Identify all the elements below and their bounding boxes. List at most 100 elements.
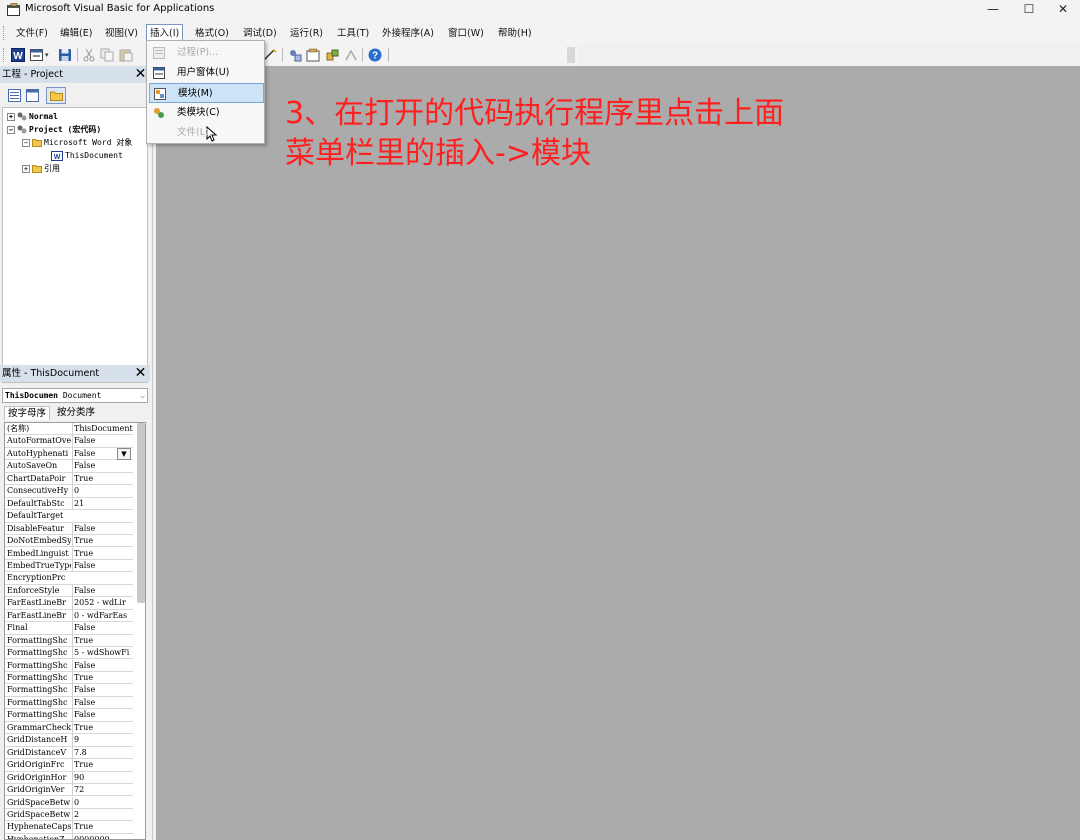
tab-alphabetic[interactable]: 按字母序 <box>4 406 51 420</box>
expand-icon[interactable]: + <box>7 112 15 121</box>
property-value[interactable]: True <box>72 634 133 647</box>
menu-item-userform[interactable]: 用户窗体(U) <box>149 63 264 83</box>
property-row[interactable]: HyphenateCaps True <box>5 821 133 834</box>
toolbar-overflow-button[interactable] <box>567 47 575 63</box>
maximize-button[interactable]: ☐ <box>1010 0 1048 20</box>
property-value[interactable]: 0000000 <box>72 833 133 839</box>
property-value[interactable]: False <box>72 659 133 672</box>
property-value[interactable]: True <box>72 672 133 684</box>
property-row[interactable]: (名称) ThisDocument <box>5 423 133 436</box>
property-value[interactable]: 9 <box>72 734 133 747</box>
property-row[interactable]: FormattingShc True <box>5 672 133 685</box>
menu-item-class-module[interactable]: 类模块(C) <box>149 103 264 123</box>
tree-node-references[interactable]: + 引用 <box>22 163 60 175</box>
property-value[interactable]: True <box>72 759 133 772</box>
minimize-button[interactable]: — <box>974 0 1012 20</box>
property-row[interactable]: GridSpaceBetw 0 <box>5 796 133 809</box>
property-row[interactable]: FarEastLineBr 0 - wdFarEas <box>5 609 133 623</box>
property-value[interactable]: 2052 - wdLir <box>72 597 133 610</box>
property-value[interactable]: 21 <box>72 497 133 510</box>
expand-icon[interactable]: + <box>22 164 30 173</box>
save-icon[interactable] <box>58 48 72 62</box>
property-value[interactable]: False <box>72 460 133 473</box>
object-browser-icon[interactable] <box>325 48 339 62</box>
property-row[interactable]: FormattingShc False <box>5 684 133 697</box>
dropdown-arrow-icon[interactable]: ▾ <box>45 48 53 62</box>
property-row[interactable]: EncryptionPrc <box>5 572 133 585</box>
object-selector[interactable]: ThisDocumen Document ⌵ <box>2 388 148 403</box>
insert-userform-icon[interactable] <box>30 48 44 62</box>
property-value[interactable]: True <box>72 821 133 834</box>
menu-window[interactable]: 窗口(W) <box>448 24 484 43</box>
property-row[interactable]: GrammarChecke True <box>5 721 133 735</box>
view-object-icon[interactable] <box>26 89 39 102</box>
property-value[interactable]: 90 <box>72 771 133 784</box>
property-value[interactable]: True <box>72 535 133 548</box>
tab-categorized[interactable]: 按分类序 <box>54 406 98 420</box>
property-value[interactable]: False <box>72 709 133 722</box>
property-row[interactable]: AutoHyphenati False <box>5 447 133 461</box>
tree-node-project[interactable]: − Project (宏代码) <box>7 124 101 136</box>
property-row[interactable]: DefaultTarget <box>5 510 133 523</box>
tree-node-word-objects[interactable]: − Microsoft Word 对象 <box>22 137 132 149</box>
view-code-icon[interactable] <box>8 89 21 102</box>
collapse-icon[interactable]: − <box>7 125 15 134</box>
property-row[interactable]: GridOriginFrc True <box>5 759 133 772</box>
property-row[interactable]: HyphenationZ 0000000 <box>5 833 133 839</box>
property-row[interactable]: FormattingShc True <box>5 634 133 648</box>
property-row[interactable]: FormattingShc False <box>5 696 133 710</box>
properties-icon[interactable] <box>306 48 320 62</box>
property-value[interactable]: True <box>72 547 133 560</box>
tree-node-thisdocument[interactable]: W ThisDocument <box>51 150 123 162</box>
property-value[interactable]: ThisDocument <box>72 423 133 435</box>
chevron-down-icon[interactable]: ⌵ <box>140 389 145 402</box>
property-row[interactable]: GridSpaceBetw 2 <box>5 808 133 822</box>
property-row[interactable]: FormattingShc False <box>5 659 133 672</box>
property-row[interactable]: GridDistanceV 7.8 <box>5 746 133 760</box>
tree-node-normal[interactable]: + Normal <box>7 111 58 123</box>
property-row[interactable]: EmbedLinguist True <box>5 547 133 560</box>
property-value[interactable]: 5 - wdShowFi <box>72 647 133 660</box>
properties-panel-close-button[interactable]: ✕ <box>133 366 148 381</box>
property-value[interactable]: 0 <box>72 796 133 809</box>
property-value[interactable]: False <box>72 622 133 635</box>
collapse-icon[interactable]: − <box>22 138 30 147</box>
menu-edit[interactable]: 编辑(E) <box>60 24 92 43</box>
property-row[interactable]: GridDistanceH 9 <box>5 734 133 747</box>
property-value[interactable]: False <box>72 696 133 709</box>
word-icon[interactable]: W <box>11 48 25 62</box>
property-row[interactable]: FormattingShc False <box>5 709 133 722</box>
property-value[interactable]: 72 <box>72 784 133 797</box>
value-dropdown-arrow-icon[interactable]: ▼ <box>117 448 131 460</box>
property-value[interactable]: False <box>72 684 133 697</box>
properties-scrollbar[interactable] <box>137 423 145 603</box>
property-row[interactable]: ChartDataPoir True <box>5 472 133 486</box>
design-mode-icon[interactable] <box>263 48 277 62</box>
property-row[interactable]: GridOriginVer 72 <box>5 784 133 797</box>
property-value[interactable]: False <box>72 584 133 597</box>
menu-item-procedure[interactable]: 过程(P)... <box>149 43 264 63</box>
menu-run[interactable]: 运行(R) <box>290 24 323 43</box>
property-row[interactable]: EnforceStyle False <box>5 584 133 598</box>
property-row[interactable]: AutoSaveOn False <box>5 460 133 473</box>
property-value[interactable]: 0 - wdFarEas <box>72 609 133 622</box>
cut-icon[interactable] <box>82 48 96 62</box>
menu-item-file[interactable]: 文件(L)... <box>149 123 264 143</box>
property-row[interactable]: ConsecutiveHy 0 <box>5 485 133 498</box>
menu-addins[interactable]: 外接程序(A) <box>382 24 434 43</box>
property-value[interactable]: False <box>72 522 133 535</box>
menu-view[interactable]: 视图(V) <box>105 24 138 43</box>
property-row[interactable]: EmbedTrueType False <box>5 559 133 573</box>
menu-file[interactable]: 文件(F) <box>16 24 48 43</box>
property-row[interactable]: FormattingShc 5 - wdShowFi <box>5 647 133 660</box>
property-value[interactable]: 0 <box>72 485 133 498</box>
project-explorer-icon[interactable] <box>288 48 302 62</box>
property-value[interactable]: False <box>72 559 133 572</box>
menu-item-module[interactable]: 模块(M) <box>149 83 264 142</box>
property-value[interactable]: False <box>72 435 133 448</box>
property-row[interactable]: DefaultTabStc 21 <box>5 497 133 511</box>
toolbox-icon[interactable] <box>344 48 358 62</box>
property-row[interactable]: DoNotEmbedSys True <box>5 535 133 548</box>
property-value[interactable]: True <box>72 721 133 734</box>
property-value[interactable]: 7.8 <box>72 746 133 759</box>
